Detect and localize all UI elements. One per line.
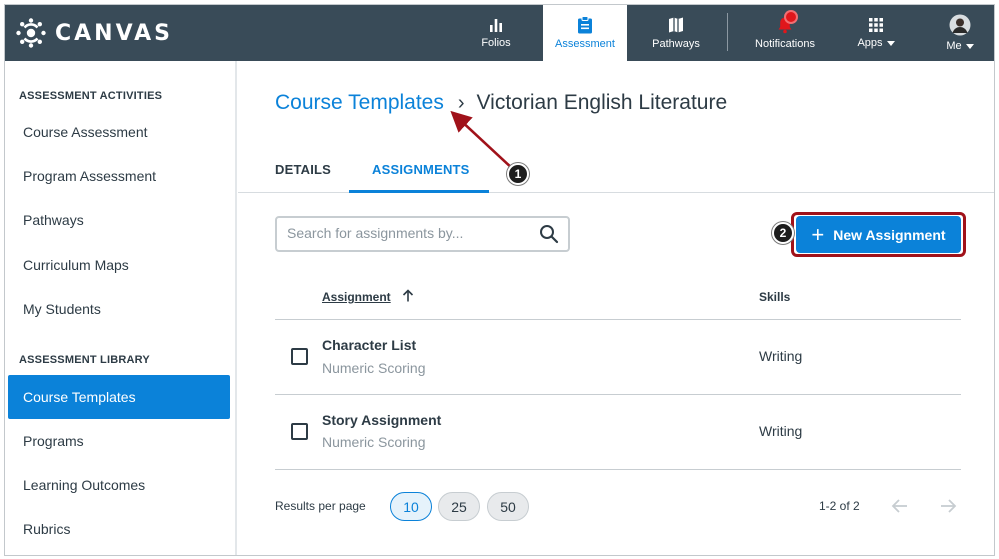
chevron-down-icon — [965, 43, 974, 49]
callout-2-badge: 2 — [772, 222, 794, 244]
nav-apps[interactable]: Apps — [851, 5, 901, 61]
map-icon — [669, 17, 683, 33]
previous-page-arrow-icon[interactable] — [891, 497, 909, 515]
row-checkbox[interactable] — [291, 423, 308, 440]
column-header-assignment-label: Assignment — [322, 290, 391, 304]
results-per-page-label: Results per page — [275, 499, 366, 513]
nav-apps-label: Apps — [857, 37, 895, 49]
column-header-skills: Skills — [759, 290, 791, 304]
sidebar-item-learning-outcomes[interactable]: Learning Outcomes — [8, 463, 230, 507]
canvas-logo[interactable]: CANVAS — [15, 13, 173, 53]
nav-me[interactable]: Me — [937, 5, 983, 61]
avatar — [949, 14, 971, 36]
assignment-skill: Writing — [759, 423, 803, 439]
page-size-10-button[interactable]: 10 — [390, 492, 432, 521]
next-page-arrow-icon[interactable] — [939, 497, 957, 515]
page-size-25-button[interactable]: 25 — [438, 492, 480, 521]
me-label-text: Me — [946, 40, 962, 52]
new-assignment-button[interactable]: + New Assignment — [796, 216, 961, 253]
nav-pathways[interactable]: Pathways — [643, 5, 709, 61]
sidebar-item-curriculum-maps[interactable]: Curriculum Maps — [8, 243, 230, 287]
bar-chart-icon — [490, 19, 502, 32]
plus-icon: + — [811, 221, 825, 247]
chevron-down-icon — [886, 40, 895, 46]
apps-label-text: Apps — [857, 37, 883, 49]
sidebar-item-program-assessment[interactable]: Program Assessment — [8, 154, 230, 198]
notification-alert-dot — [786, 12, 796, 22]
nav-folios-label: Folios — [481, 37, 511, 49]
assignment-scoring: Numeric Scoring — [322, 434, 426, 450]
canvas-logo-icon — [16, 18, 46, 48]
sidebar-item-rubrics[interactable]: Rubrics — [8, 507, 230, 551]
new-assignment-label: New Assignment — [833, 226, 946, 243]
nav-assessment[interactable]: Assessment — [543, 5, 627, 61]
row-checkbox[interactable] — [291, 348, 308, 365]
clipboard-icon — [578, 16, 592, 34]
sidebar-heading-activities: ASSESSMENT ACTIVITIES — [19, 90, 163, 102]
sidebar-item-my-students[interactable]: My Students — [8, 287, 230, 331]
search-icon[interactable] — [539, 224, 559, 244]
top-navigation: CANVAS Folios Assessment Pathways Notifi… — [5, 5, 994, 61]
assignment-skill: Writing — [759, 348, 803, 364]
callout-1-badge: 1 — [507, 163, 529, 185]
app-name: CANVAS — [55, 20, 173, 46]
sidebar-item-course-templates[interactable]: Course Templates — [8, 375, 230, 419]
nav-me-label: Me — [946, 40, 974, 52]
nav-folios[interactable]: Folios — [465, 5, 527, 61]
sidebar-heading-library: ASSESSMENT LIBRARY — [19, 354, 150, 366]
nav-assessment-label: Assessment — [555, 38, 615, 50]
column-header-assignment[interactable]: Assignment — [322, 290, 391, 304]
sidebar-item-programs[interactable]: Programs — [8, 419, 230, 463]
table-divider — [275, 469, 961, 470]
breadcrumb-parent-link[interactable]: Course Templates — [275, 91, 444, 115]
page-size-50-button[interactable]: 50 — [487, 492, 529, 521]
nav-pathways-label: Pathways — [652, 38, 700, 50]
sidebar-item-pathways[interactable]: Pathways — [8, 198, 230, 242]
nav-notifications-label: Notifications — [755, 38, 815, 50]
nav-notifications[interactable]: Notifications — [747, 5, 823, 61]
results-range: 1-2 of 2 — [819, 499, 860, 513]
nav-divider — [727, 13, 728, 51]
sidebar-item-course-assessment[interactable]: Course Assessment — [8, 110, 230, 154]
sort-ascending-icon[interactable] — [401, 289, 415, 303]
search-field — [275, 216, 570, 252]
tab-assignments[interactable]: ASSIGNMENTS — [372, 162, 470, 177]
table-divider — [275, 394, 961, 395]
tab-details[interactable]: DETAILS — [275, 162, 331, 177]
active-tab-indicator — [349, 190, 489, 193]
table-divider — [275, 319, 961, 320]
assignment-title[interactable]: Character List — [322, 337, 416, 353]
grid-icon — [869, 18, 883, 32]
assignment-scoring: Numeric Scoring — [322, 360, 426, 376]
assignment-title[interactable]: Story Assignment — [322, 412, 441, 428]
sidebar: ASSESSMENT ACTIVITIES Course Assessment … — [5, 61, 237, 555]
search-input[interactable] — [287, 225, 527, 241]
